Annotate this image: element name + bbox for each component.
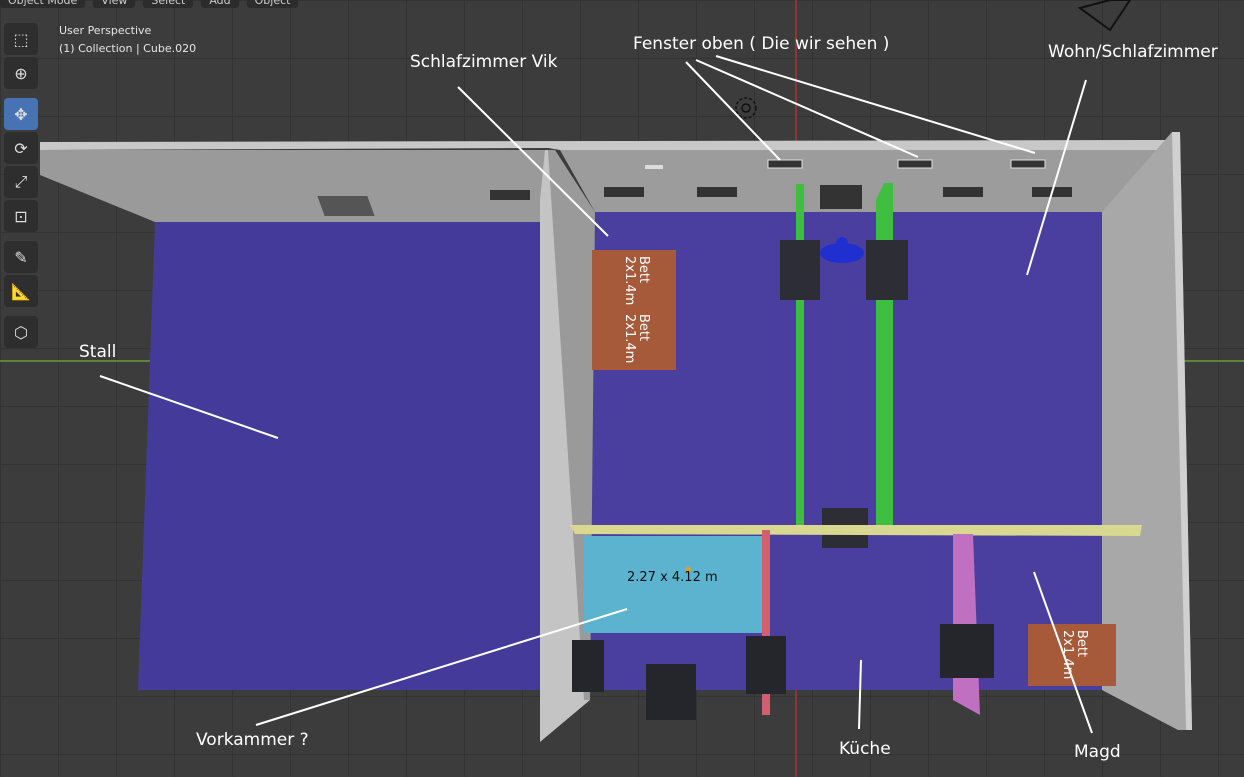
window: [490, 190, 530, 200]
label-fenster: Fenster oben ( Die wir sehen ): [633, 34, 890, 54]
viewport-info: User Perspective (1) Collection | Cube.0…: [59, 22, 196, 58]
box: [572, 640, 604, 692]
cursor-select-icon: ⬚: [13, 29, 29, 49]
window: [317, 196, 375, 216]
back-wall-right: [560, 150, 1172, 212]
rotate-icon: ⟳: [14, 138, 28, 158]
label-stall: Stall: [79, 342, 117, 362]
tool-shelf: ⬚ ⊕ ✥ ⟳ ⤢ ⊡ ✎ 📐 ⬡: [2, 22, 40, 349]
transform-icon: ⊡: [14, 206, 28, 226]
label-magd: Magd: [1074, 742, 1121, 762]
camera-icon: [1077, 0, 1132, 32]
menu-add[interactable]: Add: [201, 0, 239, 8]
collection-label: (1) Collection | Cube.020: [59, 42, 197, 55]
divider-green-1: [796, 184, 804, 528]
measurement-label: 2.27 x 4.12 m: [627, 570, 718, 585]
box: [746, 636, 786, 694]
box: [866, 240, 908, 300]
menu-view[interactable]: View: [93, 0, 136, 8]
window: [897, 159, 933, 169]
box: [940, 624, 994, 678]
box: [780, 240, 820, 300]
cursor-tool-button[interactable]: ⊕: [4, 57, 38, 89]
bed-1-label: Bett 2x1.4m: [622, 256, 651, 306]
back-wall-left: [40, 150, 548, 222]
window: [604, 187, 644, 197]
menu-object[interactable]: Object: [246, 0, 299, 8]
add-cube-icon: ⬡: [14, 322, 28, 342]
annotate-pen-icon: ✎: [14, 247, 28, 267]
perspective-label: User Perspective: [59, 24, 152, 37]
measure-tool-button[interactable]: 📐: [4, 275, 38, 307]
bed-3-label: Bett 2x1.4m: [1060, 630, 1089, 680]
back-wall-top: [40, 140, 1175, 150]
select-tool-button[interactable]: ⬚: [4, 23, 38, 55]
add-cube-tool-button[interactable]: ⬡: [4, 316, 38, 348]
stall-floor: [138, 222, 545, 690]
label-vorkammer: Vorkammer ?: [196, 730, 309, 750]
transform-tool-button[interactable]: ⊡: [4, 200, 38, 232]
label-schlafzimmer-vik: Schlafzimmer Vik: [410, 52, 558, 72]
box: [646, 664, 696, 720]
scale-tool-button[interactable]: ⤢: [4, 166, 38, 198]
divider-green-2: [876, 183, 893, 528]
window: [820, 185, 862, 209]
window: [767, 159, 803, 169]
menu-select[interactable]: Select: [143, 0, 194, 8]
window: [1010, 159, 1046, 169]
move-tool-button[interactable]: ✥: [4, 98, 38, 130]
header-menu: Object Mode View Select Add Object: [0, 0, 299, 8]
window: [943, 187, 983, 197]
bed-2-label: Bett 2x1.4m: [622, 314, 651, 364]
label-wohn-schlafzimmer: Wohn/Schlafzimmer: [1048, 42, 1218, 62]
mode-dropdown[interactable]: Object Mode: [0, 0, 86, 8]
3d-viewport[interactable]: Object Mode View Select Add Object User …: [0, 0, 1244, 777]
rotate-tool-button[interactable]: ⟳: [4, 132, 38, 164]
label-kueche: Küche: [839, 739, 891, 759]
3d-cursor-icon: ⊕: [14, 63, 28, 83]
scale-icon: ⤢: [14, 172, 28, 191]
measure-ruler-icon: 📐: [11, 281, 31, 301]
window: [697, 187, 737, 197]
move-arrows-icon: ✥: [14, 104, 28, 124]
light-icon: [735, 97, 757, 119]
annotate-tool-button[interactable]: ✎: [4, 241, 38, 273]
